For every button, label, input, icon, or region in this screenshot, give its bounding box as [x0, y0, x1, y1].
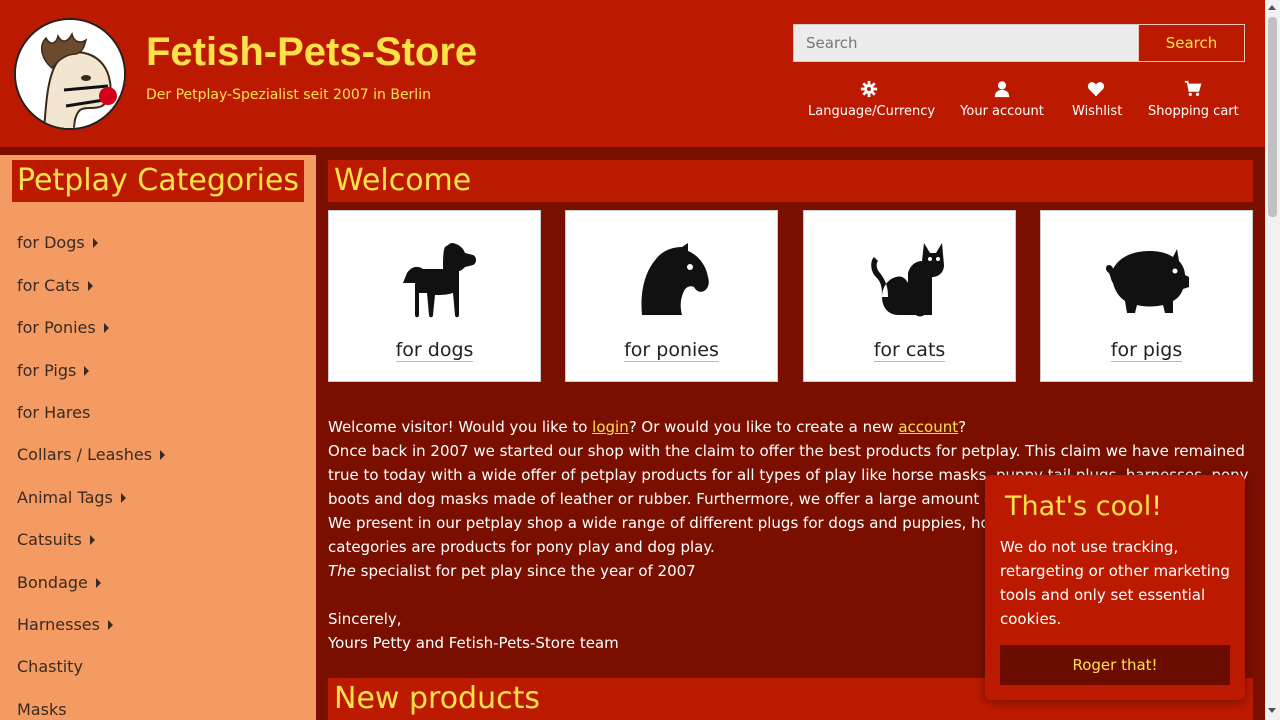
login-link[interactable]: login — [592, 418, 629, 436]
account-link[interactable]: account — [898, 418, 958, 436]
caret-right-icon — [89, 534, 95, 545]
sidebar-item-label: Collars / Leashes — [17, 445, 153, 464]
scroll-up-icon[interactable] — [1268, 5, 1276, 10]
site-tagline: Der Petplay-Spezialist seit 2007 in Berl… — [146, 87, 431, 103]
sidebar-item-for-hares[interactable]: for Hares — [17, 403, 90, 422]
sidebar-item-harnesses[interactable]: Harnesses — [17, 615, 113, 634]
sidebar-item-label: for Cats — [17, 276, 80, 295]
card-label[interactable]: for pigs — [1041, 339, 1252, 362]
sidebar-item-label: for Hares — [17, 403, 91, 422]
sidebar-item-bondage[interactable]: Bondage — [17, 573, 101, 592]
heart-icon — [1072, 80, 1120, 100]
sidebar-item-collars-leashes[interactable]: Collars / Leashes — [17, 445, 166, 464]
gear-icon — [808, 80, 930, 100]
card-cats[interactable]: for cats — [803, 210, 1016, 382]
cookie-text: We do not use tracking, retargeting or o… — [1000, 538, 1230, 628]
cookie-notice: That's cool! We do not use tracking, ret… — [985, 475, 1245, 700]
page-scrollbar[interactable] — [1265, 0, 1280, 720]
category-cards: for dogs for ponies for cats for pigs — [328, 210, 1253, 382]
sidebar-title: Petplay Categories — [12, 160, 304, 202]
scroll-down-icon[interactable] — [1268, 708, 1276, 713]
nav-label: Language/Currency — [808, 104, 936, 119]
sidebar-item-label: for Ponies — [17, 318, 96, 337]
caret-right-icon — [103, 322, 109, 333]
sidebar-item-for-pigs[interactable]: for Pigs — [17, 361, 90, 380]
sidebar-item-masks[interactable]: Masks — [17, 700, 67, 719]
sidebar-item-label: Chastity — [17, 657, 83, 676]
card-ponies[interactable]: for ponies — [565, 210, 778, 382]
wishlist-link[interactable]: Wishlist — [1072, 80, 1123, 119]
nav-label: Wishlist — [1072, 104, 1123, 119]
card-dogs[interactable]: for dogs — [328, 210, 541, 382]
sidebar-item-label: for Pigs — [17, 361, 77, 380]
sidebar-item-label: Catsuits — [17, 530, 82, 549]
card-pigs[interactable]: for pigs — [1040, 210, 1253, 382]
sidebar-item-for-ponies[interactable]: for Ponies — [17, 318, 109, 337]
sidebar-item-label: Masks — [17, 700, 67, 719]
caret-right-icon — [107, 619, 113, 630]
caret-right-icon — [95, 577, 101, 588]
sidebar-item-catsuits[interactable]: Catsuits — [17, 530, 95, 549]
horse-icon — [641, 243, 709, 315]
user-icon — [960, 80, 1044, 100]
pig-icon — [1105, 249, 1189, 313]
category-sidebar: Petplay Categories for Dogs for Cats for P… — [0, 155, 316, 720]
sidebar-item-label: Bondage — [17, 573, 88, 592]
cart-icon — [1148, 80, 1238, 100]
site-title[interactable]: Fetish-Pets-Store — [146, 30, 477, 75]
logo[interactable] — [14, 18, 126, 130]
caret-right-icon — [92, 237, 98, 248]
search-button[interactable]: Search — [1138, 24, 1245, 62]
cookie-accept-button[interactable]: Roger that! — [1000, 645, 1230, 685]
main-content: Welcome for dogs for ponies for cats for… — [328, 160, 1253, 720]
cat-icon — [870, 243, 944, 317]
sidebar-item-label: Animal Tags — [17, 488, 113, 507]
scrollbar-thumb[interactable] — [1268, 17, 1277, 217]
your-account-link[interactable]: Your account — [960, 80, 1044, 119]
welcome-title: Welcome — [328, 160, 1253, 202]
shopping-cart-link[interactable]: Shopping cart — [1148, 80, 1239, 119]
search-form: Search — [793, 24, 1245, 62]
sidebar-item-for-dogs[interactable]: for Dogs — [17, 233, 98, 252]
card-label[interactable]: for dogs — [329, 339, 540, 362]
nav-label: Shopping cart — [1148, 104, 1239, 119]
dog-icon — [402, 243, 476, 318]
language-currency-link[interactable]: Language/Currency — [808, 80, 935, 119]
sidebar-item-label: for Dogs — [17, 233, 85, 252]
caret-right-icon — [87, 280, 93, 291]
site-header: Fetish-Pets-Store Der Petplay-Spezialist… — [0, 0, 1265, 147]
caret-right-icon — [84, 365, 90, 376]
nav-label: Your account — [960, 104, 1044, 119]
caret-right-icon — [160, 449, 166, 460]
caret-right-icon — [120, 492, 126, 503]
card-label[interactable]: for cats — [804, 339, 1015, 362]
welcome-intro: Welcome visitor! Would you like to login… — [328, 418, 967, 436]
sidebar-item-for-cats[interactable]: for Cats — [17, 276, 93, 295]
sidebar-item-chastity[interactable]: Chastity — [17, 657, 83, 676]
search-input[interactable] — [793, 24, 1138, 62]
card-label[interactable]: for ponies — [566, 339, 777, 362]
sidebar-item-animal-tags[interactable]: Animal Tags — [17, 488, 126, 507]
sidebar-item-label: Harnesses — [17, 615, 100, 634]
header-nav: Language/Currency Your account Wishlist … — [800, 80, 1250, 124]
cookie-title: That's cool! — [1005, 491, 1163, 522]
